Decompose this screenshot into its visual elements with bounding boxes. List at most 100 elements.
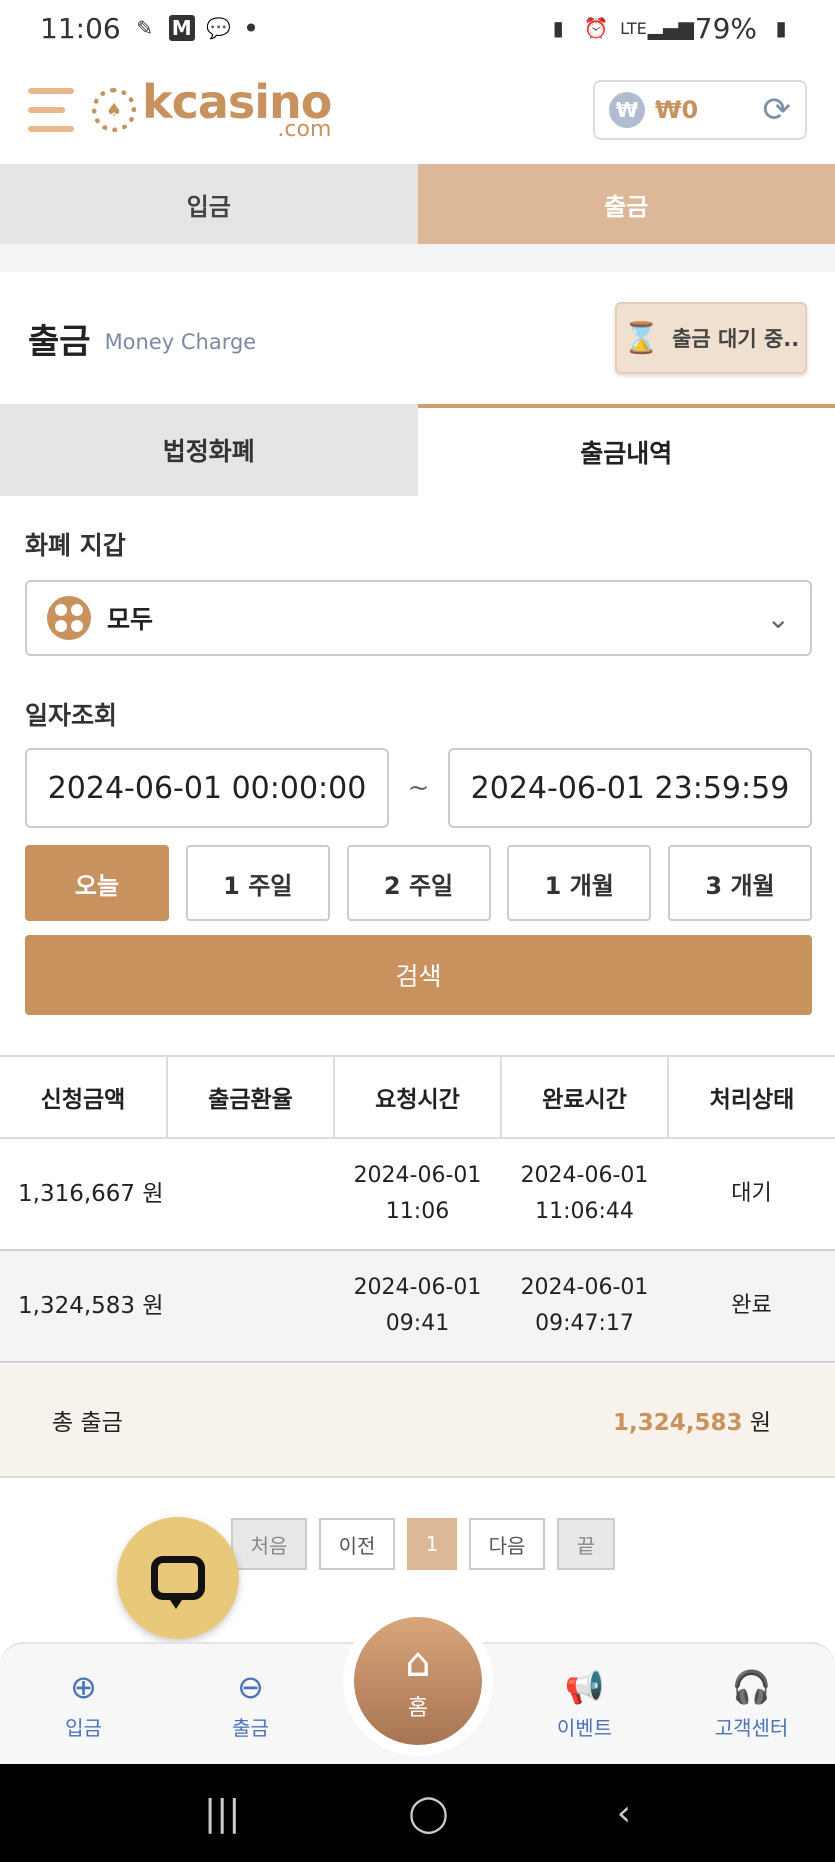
- range-1month-button[interactable]: 1 개월: [507, 845, 652, 921]
- logo[interactable]: ♠ kcasino .com: [92, 79, 332, 142]
- nav-deposit[interactable]: ⊕ 입금: [14, 1668, 154, 1741]
- total-withdraw: 총 출금 1,324,583 원: [0, 1364, 835, 1478]
- nav-support-label: 고객센터: [714, 1715, 789, 1740]
- pen-icon: ✎: [136, 16, 154, 40]
- section-header: 출금 Money Charge ⌛ 출금 대기 중..: [0, 272, 835, 404]
- megaphone-icon: 📢: [564, 1667, 605, 1706]
- range-2week-button[interactable]: 2 주일: [346, 845, 491, 921]
- recent-apps-icon[interactable]: |||: [204, 1793, 240, 1834]
- notification-dot: •: [242, 11, 260, 45]
- total-label: 총 출금: [52, 1410, 123, 1436]
- row-status: 대기: [668, 1138, 835, 1251]
- page-prev-button[interactable]: 이전: [319, 1518, 395, 1570]
- pending-label: 출금 대기 중..: [672, 327, 800, 351]
- date-range: 2024-06-01 00:00:00 ~ 2024-06-01 23:59:5…: [25, 748, 812, 828]
- wallet-amount: ₩0: [655, 96, 699, 124]
- table-row: 1,316,667 원 2024-06-01 11:06 2024-06-01 11…: [0, 1138, 835, 1251]
- status-bar: 11:06 ✎ M 💬 • ▮ ⏰ LTE ▂▄▆ 79% ▮: [0, 0, 835, 56]
- total-unit: 원: [749, 1410, 771, 1436]
- top-tabs: 입금 출금: [0, 164, 835, 244]
- pagination: 처음 이전 1 다음 끝: [231, 1518, 615, 1570]
- table-row: 1,324,583 원 2024-06-01 09:41 2024-06-01 09…: [0, 1250, 835, 1363]
- alarm-icon: ⏰: [583, 16, 609, 40]
- page-first-button[interactable]: 처음: [231, 1518, 307, 1570]
- home-system-icon[interactable]: ◯: [408, 1793, 448, 1834]
- row-status: 완료: [668, 1250, 835, 1363]
- hourglass-icon: ⌛: [622, 320, 661, 356]
- row-amount: 1,324,583 원: [0, 1250, 167, 1363]
- system-nav-bar: ||| ◯ ‹: [0, 1764, 835, 1862]
- page-last-button[interactable]: 끝: [557, 1518, 615, 1570]
- range-3month-button[interactable]: 3 개월: [668, 845, 812, 921]
- deposit-icon: ⊕: [70, 1667, 97, 1706]
- row-request-time: 2024-06-01 11:06: [334, 1138, 501, 1251]
- end-date-input[interactable]: 2024-06-01 23:59:59: [447, 748, 812, 828]
- message-icon: 💬: [206, 16, 232, 40]
- withdraw-icon: ⊖: [237, 1667, 264, 1706]
- row-complete-time: 2024-06-01 09:47:17: [501, 1250, 668, 1363]
- col-request-time: 요청시간: [334, 1055, 502, 1139]
- headset-icon: 🎧: [731, 1667, 772, 1706]
- start-date-input[interactable]: 2024-06-01 00:00:00: [25, 748, 389, 828]
- page-title: 출금: [28, 321, 91, 362]
- nav-home[interactable]: ⌂ 홈: [343, 1606, 493, 1756]
- nav-support[interactable]: 🎧 고객센터: [682, 1668, 822, 1741]
- wallet-selected-value: 모두: [107, 605, 154, 634]
- nav-deposit-label: 입금: [65, 1715, 102, 1740]
- nav-event-label: 이벤트: [556, 1715, 613, 1740]
- gmail-icon: M: [168, 15, 195, 41]
- row-request-time: 2024-06-01 09:41: [334, 1250, 501, 1363]
- nav-home-label: 홈: [407, 1696, 429, 1721]
- tab-withdraw-history[interactable]: 출금내역: [417, 404, 835, 496]
- nav-withdraw[interactable]: ⊖ 출금: [181, 1668, 321, 1741]
- chevron-down-icon: ⌄: [766, 601, 790, 635]
- row-complete-time: 2024-06-01 11:06:44: [501, 1138, 668, 1251]
- battery-icon: ▮: [775, 16, 787, 40]
- col-amount: 신청금액: [0, 1055, 168, 1139]
- total-value: 1,324,583: [613, 1410, 743, 1436]
- battery-saver-icon: ▮: [552, 16, 564, 40]
- app-header: ♠ kcasino .com ₩ ₩0 ⟳: [0, 56, 835, 164]
- range-1week-button[interactable]: 1 주일: [185, 845, 330, 921]
- col-status: 처리상태: [668, 1055, 835, 1139]
- row-rate: [167, 1138, 334, 1251]
- search-button[interactable]: 검색: [25, 935, 812, 1015]
- wallet-select[interactable]: 모두 ⌄: [25, 580, 812, 656]
- col-complete-time: 완료시간: [501, 1055, 669, 1139]
- home-icon: ⌂: [405, 1640, 431, 1686]
- back-icon[interactable]: ‹: [617, 1793, 631, 1834]
- divider: [0, 244, 835, 272]
- nav-event[interactable]: 📢 이벤트: [515, 1668, 655, 1741]
- tab-deposit[interactable]: 입금: [0, 164, 418, 244]
- col-rate: 출금환율: [167, 1055, 335, 1139]
- row-amount: 1,316,667 원: [0, 1138, 167, 1251]
- date-filter-label: 일자조회: [25, 701, 118, 730]
- refresh-icon[interactable]: ⟳: [763, 90, 792, 130]
- withdraw-history-table: 신청금액 출금환율 요청시간 완료시간 처리상태 1,316,667 원 202…: [0, 1055, 835, 1363]
- signal-icon: ▂▄▆: [647, 16, 694, 40]
- hamburger-menu-icon[interactable]: [28, 88, 74, 132]
- sub-tabs: 법정화폐 출금내역: [0, 404, 835, 496]
- grid-icon: [47, 596, 91, 640]
- won-coin-icon: ₩: [609, 92, 645, 128]
- battery-percent: 79%: [694, 11, 757, 45]
- tab-fiat[interactable]: 법정화폐: [0, 404, 418, 496]
- range-buttons: 오늘 1 주일 2 주일 1 개월 3 개월: [25, 845, 812, 921]
- date-separator: ~: [407, 773, 430, 803]
- wallet-balance: ₩ ₩0 ⟳: [593, 80, 807, 140]
- live-chat-button[interactable]: [117, 1517, 239, 1639]
- chat-icon: [151, 1556, 205, 1609]
- row-rate: [167, 1250, 334, 1363]
- page-current[interactable]: 1: [407, 1518, 457, 1570]
- logo-domain: .com: [277, 117, 332, 142]
- range-today-button[interactable]: 오늘: [25, 845, 169, 921]
- page-subtitle: Money Charge: [104, 330, 257, 354]
- network-type: LTE: [620, 18, 647, 38]
- pending-withdraw-button[interactable]: ⌛ 출금 대기 중..: [615, 302, 807, 374]
- casino-chip-icon: ♠: [92, 88, 136, 132]
- page-next-button[interactable]: 다음: [469, 1518, 545, 1570]
- status-time: 11:06: [40, 11, 121, 45]
- tab-withdraw[interactable]: 출금: [417, 164, 835, 244]
- wallet-filter-label: 화폐 지갑: [25, 531, 126, 560]
- nav-withdraw-label: 출금: [232, 1715, 269, 1740]
